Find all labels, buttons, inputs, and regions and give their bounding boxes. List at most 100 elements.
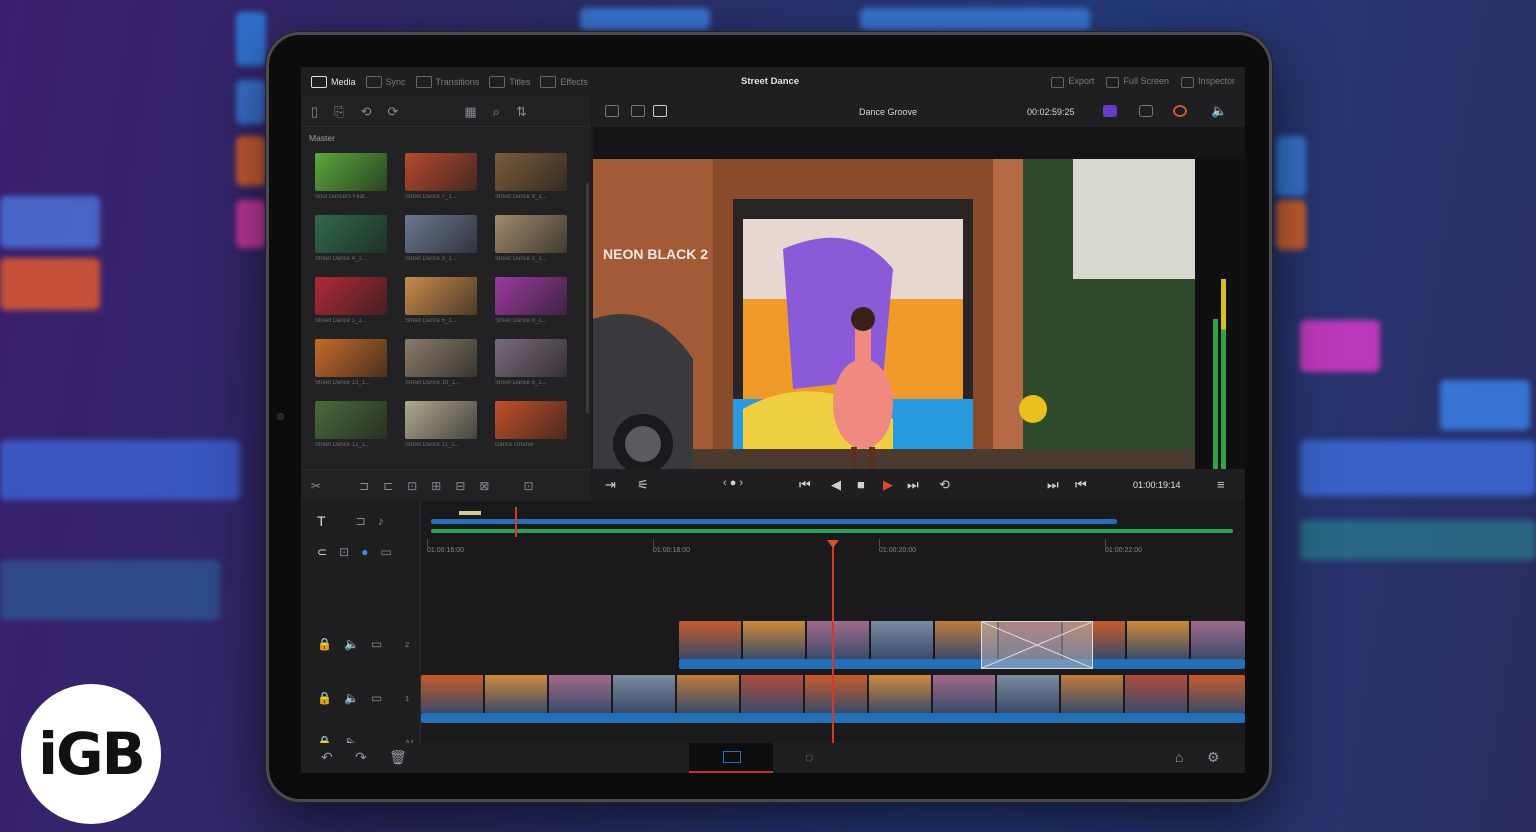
audio-note-icon[interactable]: ♪ [378,514,384,528]
jog-icon[interactable]: ‹ ● › [723,477,743,489]
clip-frame [807,621,869,659]
menu-icon[interactable]: ≡ [1217,477,1225,492]
viewer-layout-icon[interactable] [605,105,619,117]
search-icon[interactable]: ⌕ [493,104,500,120]
playhead[interactable] [827,540,839,767]
inspector-button[interactable]: Inspector [1180,76,1235,88]
cross-dissolve-icon [981,621,1093,669]
transition-marker[interactable] [981,621,1093,669]
go-to-end-icon[interactable]: ⏭ [907,477,919,493]
background-block [236,80,266,124]
volume-icon[interactable]: 🔈 [1211,103,1227,119]
tab-sync[interactable]: Sync [365,76,406,88]
timeline-viewer-icon[interactable] [653,105,667,117]
media-pool-scrollbar[interactable] [586,183,589,413]
sidebar-toggle-icon[interactable]: ▯ [311,104,318,120]
fullscreen-button[interactable]: Full Screen [1106,76,1169,88]
tab-media[interactable]: Media [311,76,356,88]
grid-view-icon[interactable]: ▦ [464,104,476,120]
viewer-mode-icon[interactable]: ⊡ [523,479,533,493]
tab-effects[interactable]: Effects [540,76,588,88]
settings-sliders-icon[interactable]: ⚟ [637,477,649,493]
media-clip-thumbnail[interactable]: Street Dance 3_1... [405,215,477,263]
speaker-icon[interactable]: 🔈 [344,637,359,651]
close-up-icon[interactable]: ⊞ [431,479,441,493]
edit-page-button[interactable] [689,743,773,773]
home-icon[interactable]: ⌂ [1175,749,1183,765]
undo-icon[interactable]: ↶ [321,749,333,766]
media-clip-thumbnail[interactable]: Street Dance 7_1... [405,153,477,201]
settings-gear-icon[interactable]: ⚙ [1207,749,1220,766]
audio-meter [1195,159,1245,499]
media-clip-thumbnail[interactable]: Street Dance 2_1... [495,215,567,263]
media-clip-thumbnail[interactable]: Street Dance 11_1... [405,401,477,449]
inspector-label: Inspector [1197,76,1235,87]
media-clip-thumbnail[interactable]: Street Dance 12_1... [315,401,387,449]
append-icon[interactable]: ⊏ [383,479,393,493]
next-edit-icon[interactable]: ⏭ [1047,477,1059,493]
redo-icon[interactable]: ↷ [355,749,367,766]
background-block [0,440,240,500]
media-clip-thumbnail[interactable]: Street Dance 13_1... [315,339,387,387]
color-wheel-icon[interactable] [1173,105,1187,117]
place-on-top-icon[interactable]: ⊟ [455,479,465,493]
ruler-tick [653,539,654,547]
clip-preview [315,215,387,253]
media-clip-thumbnail[interactable]: Street Dance 6_1... [405,277,477,325]
play-icon[interactable]: ▶ [883,477,893,493]
camera-icon[interactable] [1103,105,1117,117]
color-page-icon[interactable]: ◌ [805,749,813,765]
link-icon[interactable]: ⟲ [361,104,372,120]
timeline-overview[interactable] [431,507,1237,537]
prev-edit-icon[interactable]: ⏮ [1075,477,1087,493]
lock-icon[interactable]: 🔒 [317,637,332,651]
tab-transitions[interactable]: Transitions [415,76,479,88]
project-title: Street Dance [741,76,800,87]
media-clip-thumbnail[interactable]: Dance Groove [495,401,567,449]
video-clip-v2[interactable] [679,621,1245,659]
tab-titles[interactable]: Titles [489,76,530,88]
inspector-icon [1180,76,1194,88]
ripple-overwrite-icon[interactable]: ⊡ [407,479,417,493]
source-overwrite-icon[interactable]: ⊠ [479,479,489,493]
stop-icon[interactable]: ■ [857,477,865,492]
import-icon[interactable]: ⎘ [334,104,344,120]
play-reverse-icon[interactable]: ◀ [831,477,841,493]
media-clip-thumbnail[interactable]: Soul Dancers Feat... [315,153,387,201]
background-block [1440,380,1530,430]
bottom-bar: ↶ ↷ 🗑 ◌ ⌂ ⚙ [301,743,1245,773]
ipad-device: Media Sync Transitions Titles Effects St… [266,32,1272,802]
clip-preview [405,277,477,315]
relink-icon[interactable]: ⟳ [387,104,398,120]
match-frame-icon[interactable]: ⇥ [605,477,616,493]
media-clip-thumbnail[interactable]: Street Dance 10_1... [405,339,477,387]
media-clip-thumbnail[interactable]: Street Dance 1_1... [315,277,387,325]
effects-icon [540,76,557,88]
speaker-icon[interactable]: 🔈 [344,691,359,705]
monitor-icon[interactable]: ▭ [371,637,382,651]
source-viewer-icon[interactable] [631,105,645,117]
media-clip-thumbnail[interactable]: Street Dance 4_1... [315,215,387,263]
link-clips-icon[interactable]: ⊡ [339,545,349,559]
media-clip-thumbnail[interactable]: Street Dance 5_1... [495,339,567,387]
marker-icon[interactable]: ● [361,545,368,559]
flag-icon[interactable]: ▭ [380,545,391,559]
delete-icon[interactable]: 🗑 [389,749,407,766]
logo-text: iGB [38,720,146,788]
export-button[interactable]: Export [1051,76,1094,88]
trim-icon[interactable]: ⊐ [356,514,366,528]
monitor-icon[interactable]: ▭ [371,691,382,705]
smart-insert-icon[interactable]: ⊐ [359,479,369,493]
snap-icon[interactable]: ⊂ [317,545,327,559]
loop-icon[interactable]: ⟲ [939,477,950,493]
media-clip-thumbnail[interactable]: Street Dance 8_1... [495,277,567,325]
sort-icon[interactable]: ⇅ [516,104,527,120]
clip-frame [871,621,933,659]
media-clip-thumbnail[interactable]: Street Dance 9_1... [495,153,567,201]
transform-icon[interactable] [1139,105,1153,117]
clip-name: Street Dance 7_1... [405,194,457,200]
lock-icon[interactable]: 🔒 [317,691,332,705]
go-to-start-icon[interactable]: ⏮ [799,477,811,493]
text-tool-icon[interactable]: T [317,513,326,529]
blade-icon[interactable]: ✂ [311,479,321,493]
